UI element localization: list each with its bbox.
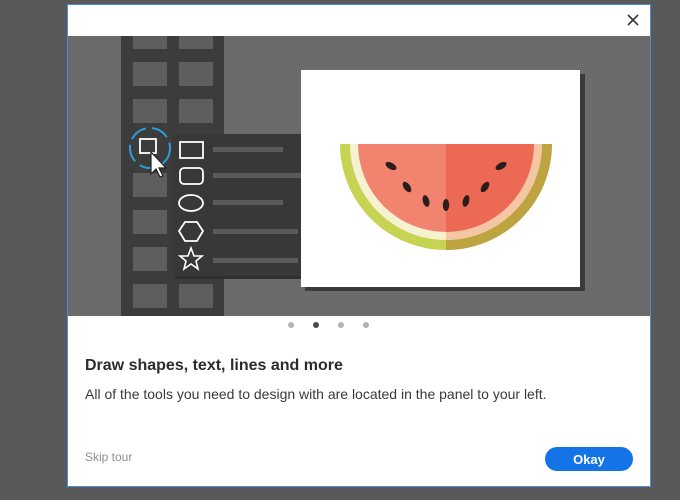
tour-description: All of the tools you need to design with… — [85, 386, 547, 402]
artboard-preview — [301, 70, 585, 291]
carousel-dot[interactable] — [287, 322, 294, 328]
carousel-pagination — [37, 322, 619, 328]
tour-dialog: Draw shapes, text, lines and more All of… — [68, 5, 650, 486]
okay-button[interactable]: Okay — [545, 447, 633, 471]
carousel-dot[interactable] — [312, 322, 319, 328]
carousel-dot[interactable] — [337, 322, 344, 328]
skip-tour-link[interactable]: Skip tour — [85, 450, 132, 464]
carousel-dot[interactable] — [362, 322, 369, 328]
tour-title: Draw shapes, text, lines and more — [85, 357, 343, 374]
tour-illustration — [68, 36, 650, 316]
close-icon[interactable] — [624, 11, 642, 29]
